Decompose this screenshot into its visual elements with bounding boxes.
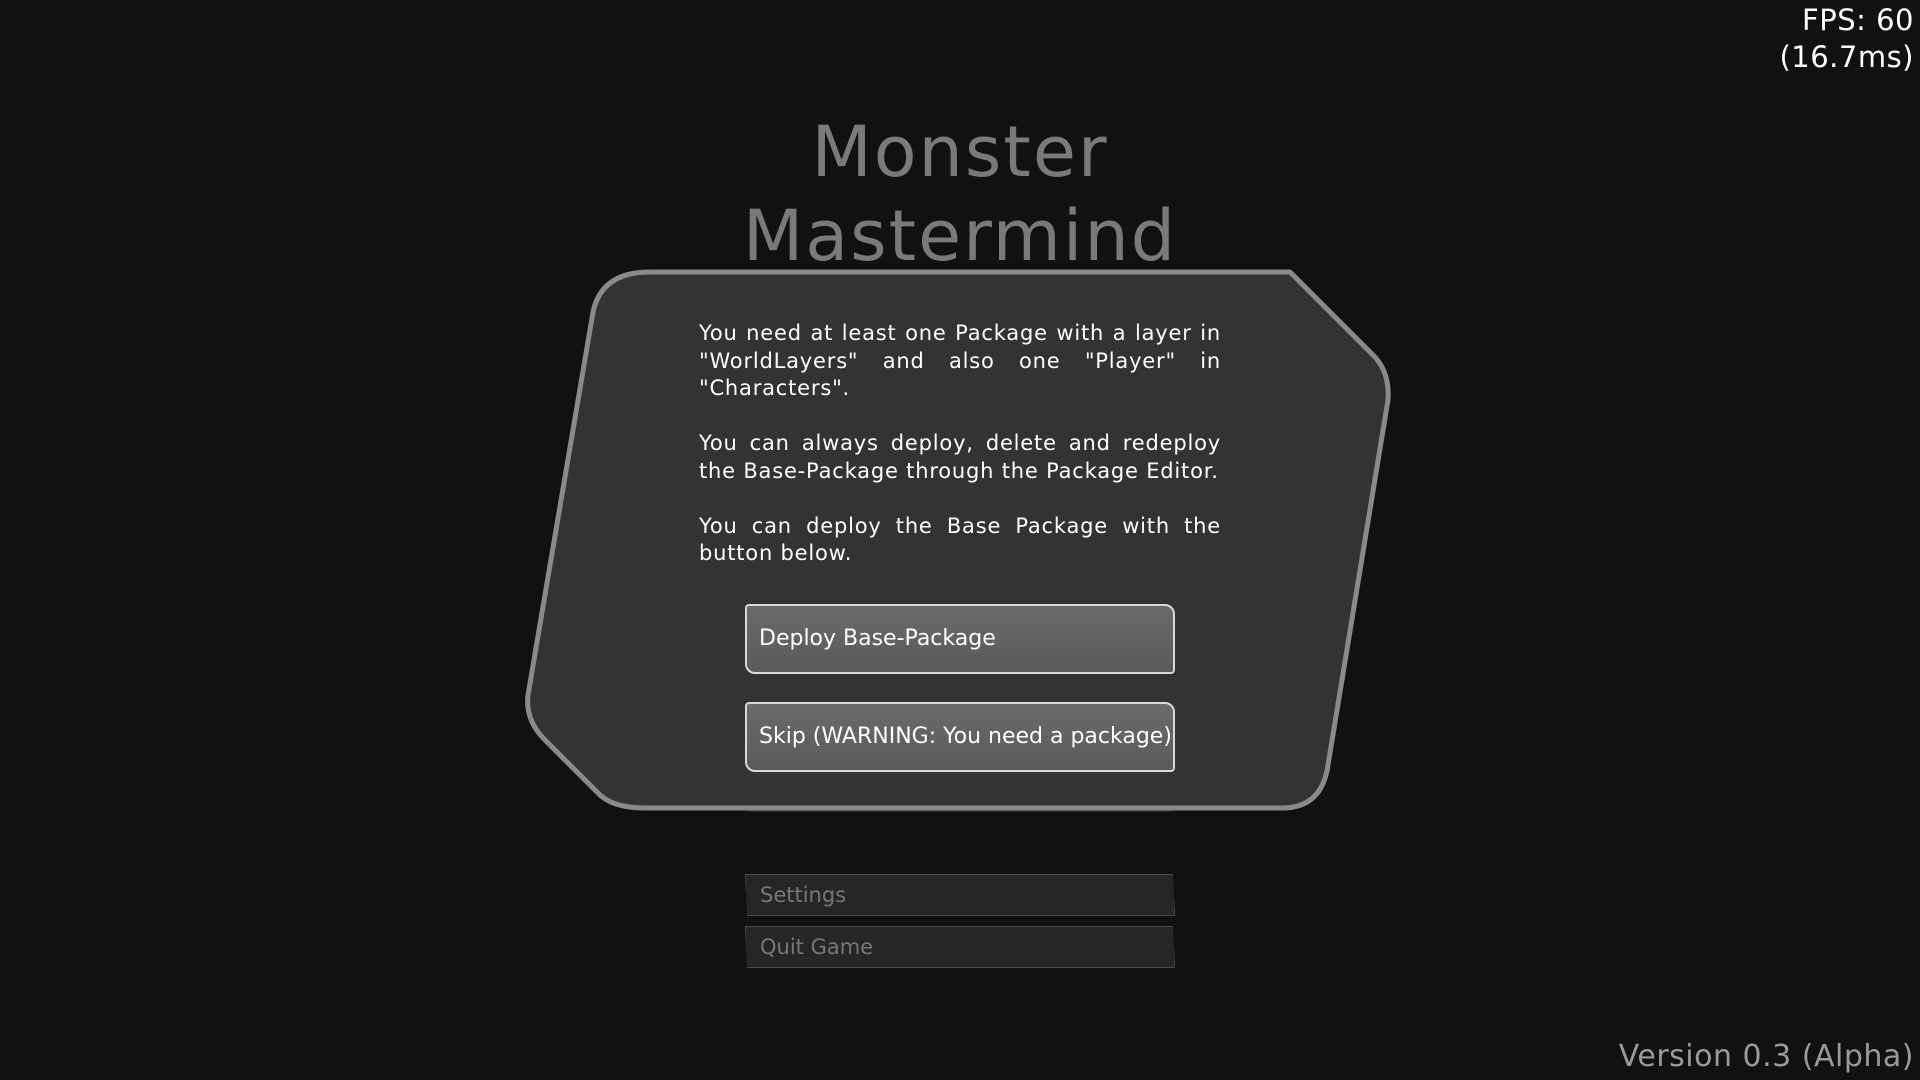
dialog-paragraph: You need at least one Package with a lay… <box>699 321 1221 400</box>
version-label: Version 0.3 (Alpha) <box>1618 1039 1914 1074</box>
skip-button[interactable]: Skip (WARNING: You need a package) <box>745 702 1175 772</box>
dialog-paragraph: You can deploy the Base Package with the… <box>699 513 1221 566</box>
dialog-message: You need at least one Package with a lay… <box>699 320 1221 595</box>
dialog-paragraph: You can always deploy, delete and redepl… <box>699 431 1221 483</box>
deploy-base-package-button[interactable]: Deploy Base-Package <box>745 604 1175 674</box>
game-screen: FPS: 60 (16.7ms) Monster Mastermind Sett… <box>0 0 1920 1080</box>
